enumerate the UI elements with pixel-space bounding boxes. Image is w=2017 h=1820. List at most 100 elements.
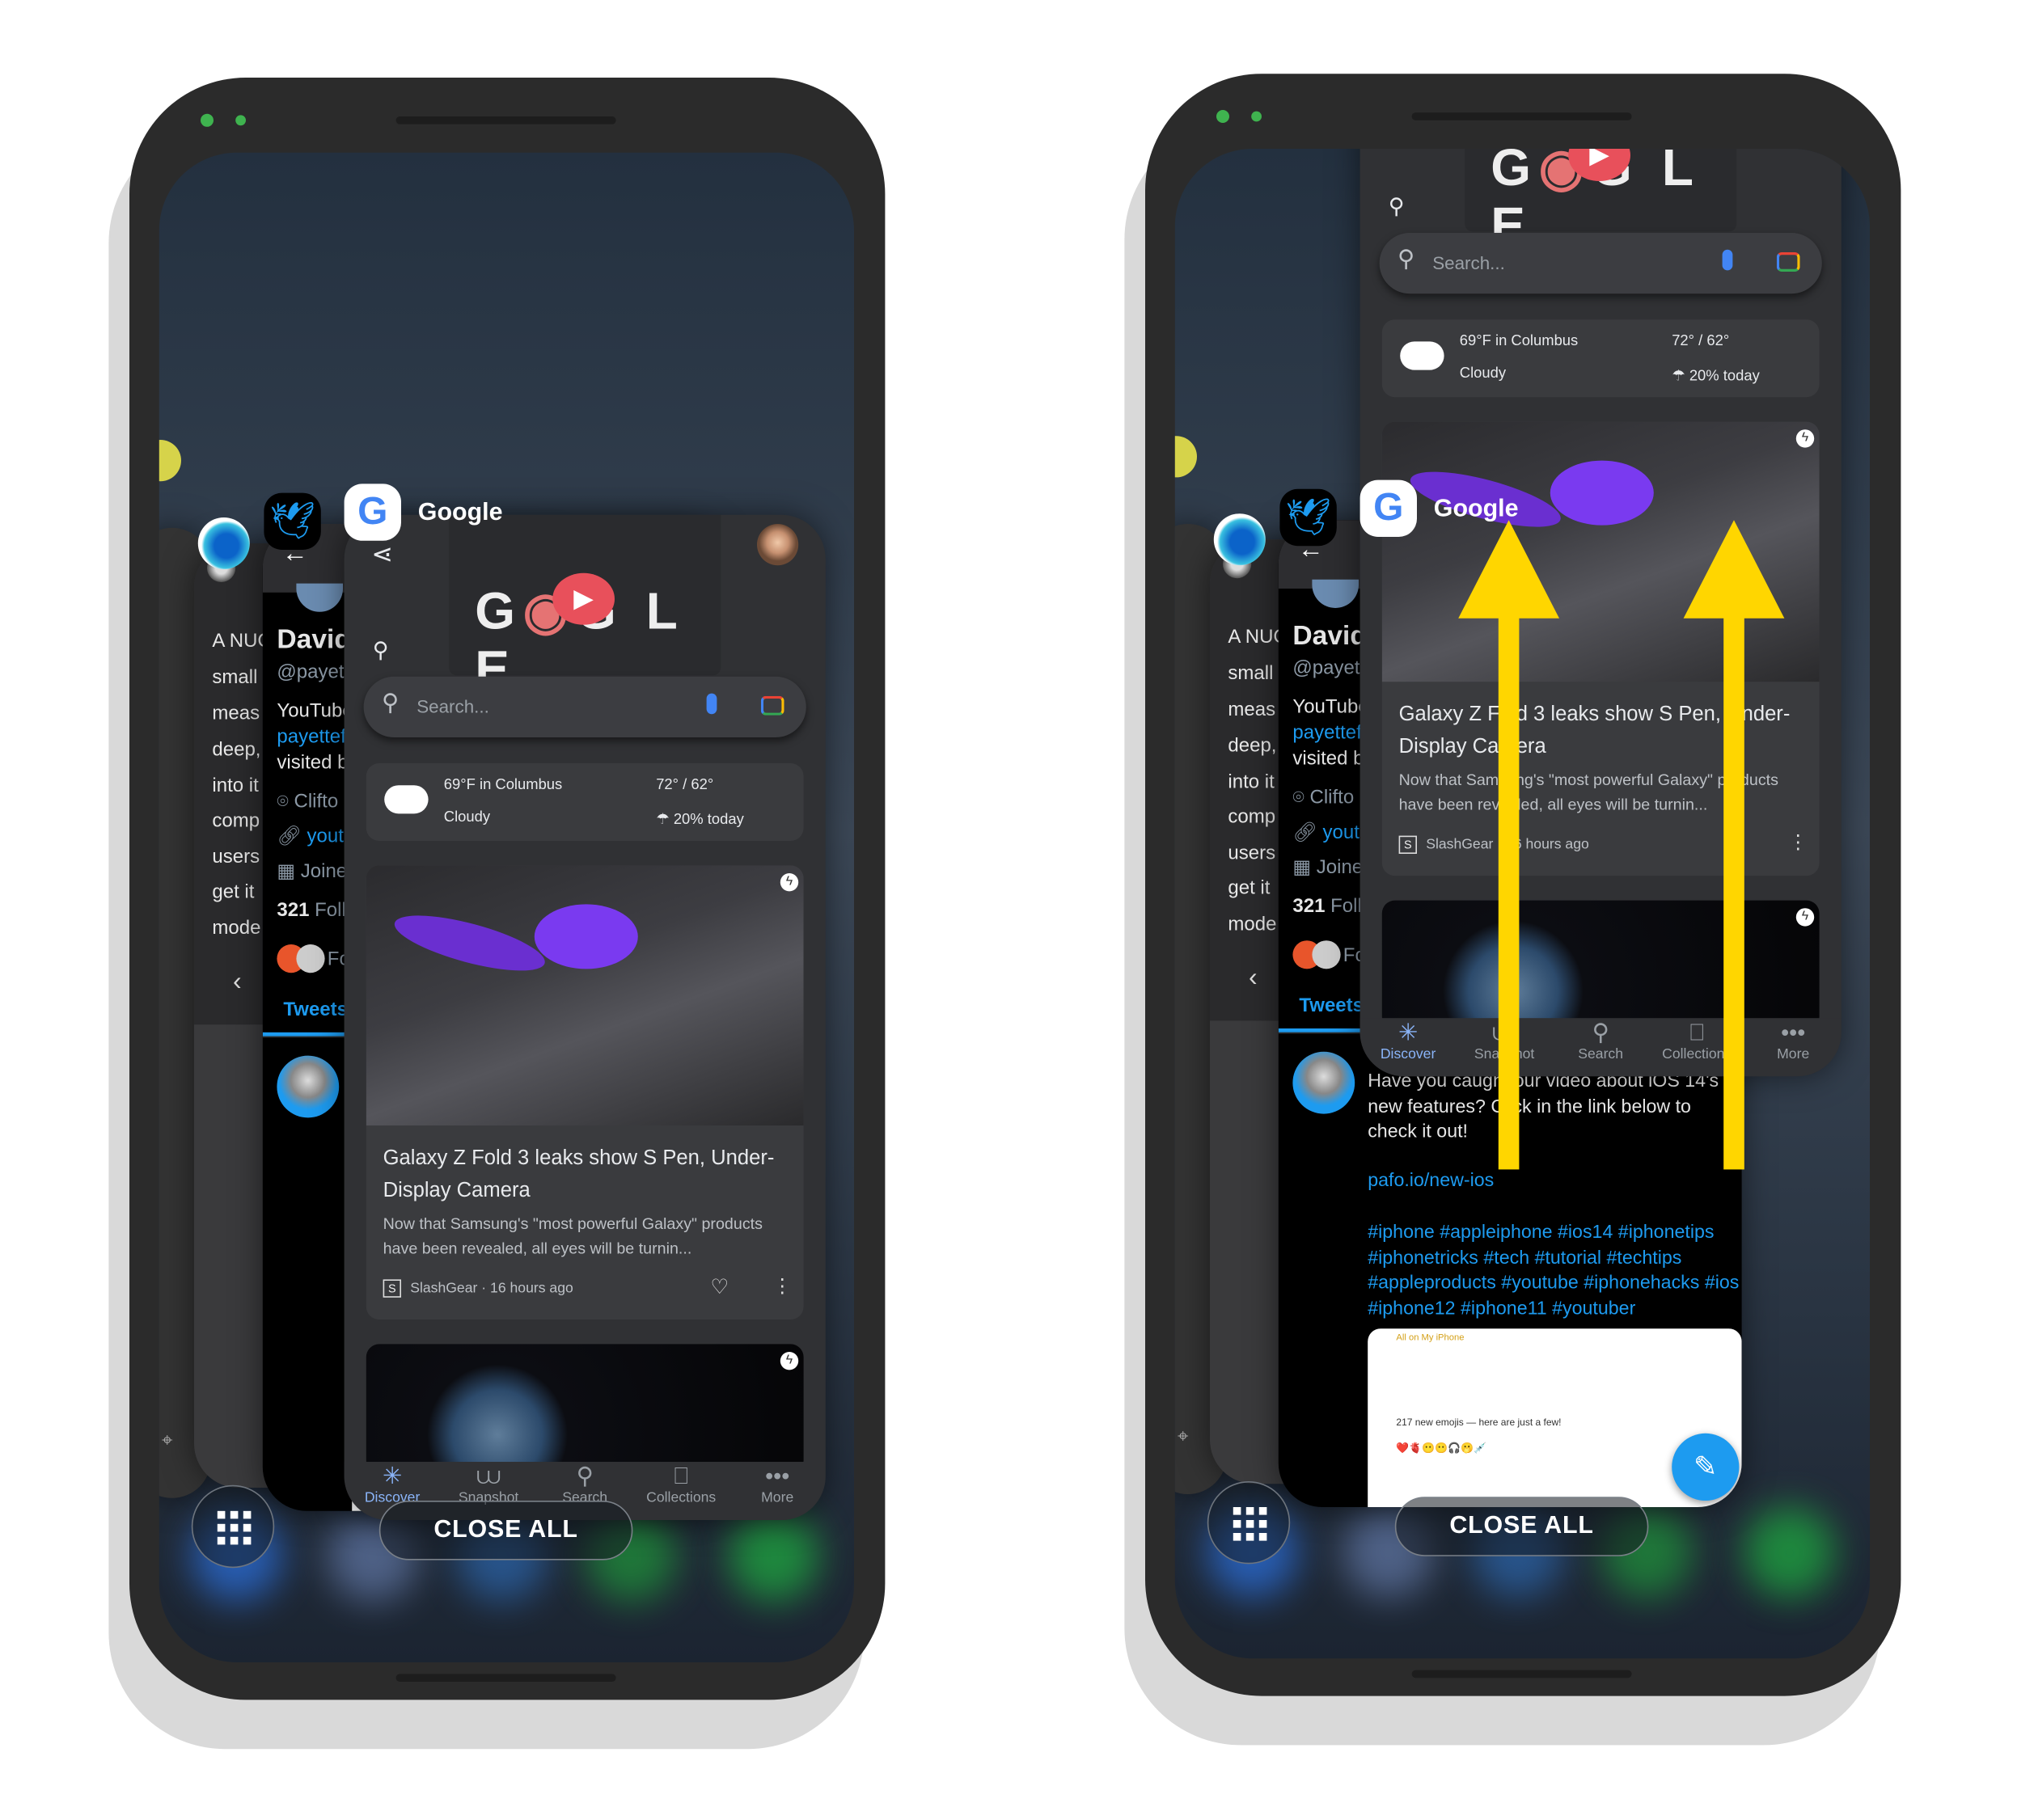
amp-bolt-icon: ϟ xyxy=(780,1352,799,1370)
heart-icon[interactable]: ♡ xyxy=(710,1274,729,1300)
weather-condition: Cloudy xyxy=(443,809,491,826)
chevron-left-icon[interactable]: ‹ xyxy=(233,968,242,998)
follower-avatar xyxy=(296,944,325,973)
speaker xyxy=(395,116,616,125)
search-bar[interactable]: ⚲ Search... xyxy=(363,676,806,737)
lens-icon[interactable] xyxy=(760,695,784,716)
article-snippet: Now that Samsung's "most powerful Galaxy… xyxy=(383,1214,763,1258)
tweet-hashtags[interactable]: #iphone #appleiphone #ios14 #iphonetips … xyxy=(1368,1221,1741,1322)
profile-avatar xyxy=(296,583,343,612)
followers-count[interactable]: 321 xyxy=(277,899,309,921)
close-all-button[interactable]: CLOSE ALL xyxy=(378,1501,633,1560)
mic-icon[interactable] xyxy=(706,693,717,715)
lens-icon[interactable] xyxy=(1776,252,1800,272)
news-card[interactable]: ϟ Galaxy Z Fold 3 leaks show S Pen, Unde… xyxy=(366,865,804,1320)
google-doodle[interactable]: G◉G L E ▶ xyxy=(1465,149,1737,255)
tweet-avatar[interactable] xyxy=(1292,1051,1355,1114)
google-icon[interactable]: G xyxy=(344,484,401,541)
nav-discover[interactable]: ✳ Discover xyxy=(1369,1018,1447,1076)
close-all-button[interactable]: CLOSE ALL xyxy=(1394,1497,1649,1556)
twitter-icon[interactable]: 🕊︎ xyxy=(1279,488,1337,547)
link-icon: 🔗︎ xyxy=(1292,821,1317,844)
swipe-up-arrow xyxy=(1458,520,1559,1170)
mic-icon[interactable] xyxy=(1722,249,1733,271)
google-doodle[interactable]: G◉G L E ▶ xyxy=(449,514,721,699)
tweet-avatar[interactable] xyxy=(277,1055,340,1118)
nav-more[interactable]: ••• More xyxy=(738,1462,816,1520)
news-card-earth[interactable]: ϟ xyxy=(366,1344,804,1474)
edge-icon[interactable] xyxy=(197,517,250,569)
search-icon[interactable]: ⚲ xyxy=(1389,194,1405,220)
grid-icon xyxy=(217,1510,252,1545)
phone-before: ⌖ A NUC small meas deep, into it comp us… xyxy=(108,78,886,1750)
bottom-bezel xyxy=(395,1674,616,1682)
text-line: small xyxy=(212,666,258,689)
tab-tweets[interactable]: Tweets xyxy=(1299,994,1364,1016)
article-age: 16 hours ago xyxy=(490,1281,573,1297)
followers-label: Foll xyxy=(315,899,346,922)
source-favicon: S xyxy=(383,1279,401,1298)
tweet-link[interactable]: pafo.io/new-ios xyxy=(1368,1171,1494,1192)
more-vert-icon[interactable]: ⋮ xyxy=(772,1274,792,1298)
media-emojis: ❤️🫀😶😶🎧🫢💉 xyxy=(1396,1442,1486,1455)
search-bar[interactable]: ⚲ Search... xyxy=(1379,233,1822,294)
followers-label: Foll xyxy=(1330,895,1362,918)
twitter-icon[interactable]: 🕊︎ xyxy=(264,492,321,550)
chevron-left-icon[interactable]: ‹ xyxy=(1249,964,1258,994)
text-line: deep, xyxy=(212,738,261,761)
text-line: comp xyxy=(1228,805,1276,828)
play-icon: ▶ xyxy=(552,572,615,625)
bio-text: YouTube xyxy=(277,699,353,722)
profile-joined: Joine xyxy=(300,860,348,883)
google-card[interactable]: ⋖ ⚲ G◉G L E ▶ ⚲ Search... xyxy=(344,514,826,1520)
speaker xyxy=(1411,112,1632,120)
share-icon[interactable]: ⋖ xyxy=(371,538,393,571)
location-icon: ⌖ xyxy=(162,1429,173,1452)
bio-link[interactable]: payettef xyxy=(1292,722,1361,744)
account-avatar[interactable] xyxy=(757,524,799,566)
text-line: users xyxy=(1228,842,1276,864)
app-label-google: Google xyxy=(417,499,503,527)
text-line: meas xyxy=(212,702,260,724)
followers-count[interactable]: 321 xyxy=(1292,895,1325,917)
amp-bolt-icon: ϟ xyxy=(1795,908,1815,927)
text-line: mode xyxy=(1228,913,1277,935)
app-drawer-button[interactable] xyxy=(1207,1481,1291,1565)
search-icon: ⚲ xyxy=(382,689,400,716)
search-placeholder: Search... xyxy=(417,695,489,717)
snapchat-icon[interactable] xyxy=(159,440,181,482)
app-drawer-button[interactable] xyxy=(191,1484,275,1569)
umbrella-icon: ☂ xyxy=(656,812,670,828)
text-line: meas xyxy=(1228,699,1276,721)
bio-link[interactable]: payettef xyxy=(277,726,345,748)
bottom-bezel xyxy=(1411,1670,1632,1679)
weather-card[interactable]: 69°F in Columbus Cloudy 72° / 62° ☂ 20% … xyxy=(366,763,804,841)
nav-collections[interactable]: ⎕ Collections xyxy=(642,1462,720,1520)
profile-name: David xyxy=(1292,621,1367,651)
nav-search[interactable]: ⚲ Search xyxy=(1562,1018,1639,1076)
profile-handle: @payett xyxy=(277,661,350,683)
phone-after: ⌖ A NUC small meas deep, into it comp us… xyxy=(1124,74,1901,1746)
recents-screen: ⌖ A NUC small meas deep, into it comp us… xyxy=(159,152,855,1662)
bio-text: visited b xyxy=(1292,747,1364,770)
article-title[interactable]: Galaxy Z Fold 3 leaks show S Pen, Under-… xyxy=(383,1142,791,1207)
bookmark-icon: ⎕ xyxy=(674,1463,688,1489)
weather-location: 69°F in Columbus xyxy=(1459,333,1579,349)
edge-icon[interactable] xyxy=(1213,513,1266,566)
more-vert-icon[interactable]: ⋮ xyxy=(1788,830,1808,854)
location-icon: ⌖ xyxy=(1178,1425,1189,1448)
sensor-dot xyxy=(1251,111,1262,122)
text-line: into it xyxy=(1228,771,1275,793)
google-icon[interactable]: G xyxy=(1359,479,1417,537)
weather-card[interactable]: 69°F in Columbus Cloudy 72° / 62° ☂ 20% … xyxy=(1381,319,1820,398)
text-line: small xyxy=(1228,662,1274,685)
compose-tweet-button[interactable]: ✎ xyxy=(1672,1433,1740,1501)
phone-frame: ⌖ A NUC small meas deep, into it comp us… xyxy=(1145,74,1901,1696)
text-line: mode xyxy=(212,917,261,940)
text-line: get it xyxy=(1228,876,1271,899)
search-icon[interactable]: ⚲ xyxy=(373,638,389,664)
snapchat-icon[interactable] xyxy=(1174,436,1197,478)
asterisk-icon: ✳ xyxy=(1398,1019,1419,1045)
weather-location: 69°F in Columbus xyxy=(443,777,563,793)
tab-tweets[interactable]: Tweets xyxy=(283,999,348,1020)
